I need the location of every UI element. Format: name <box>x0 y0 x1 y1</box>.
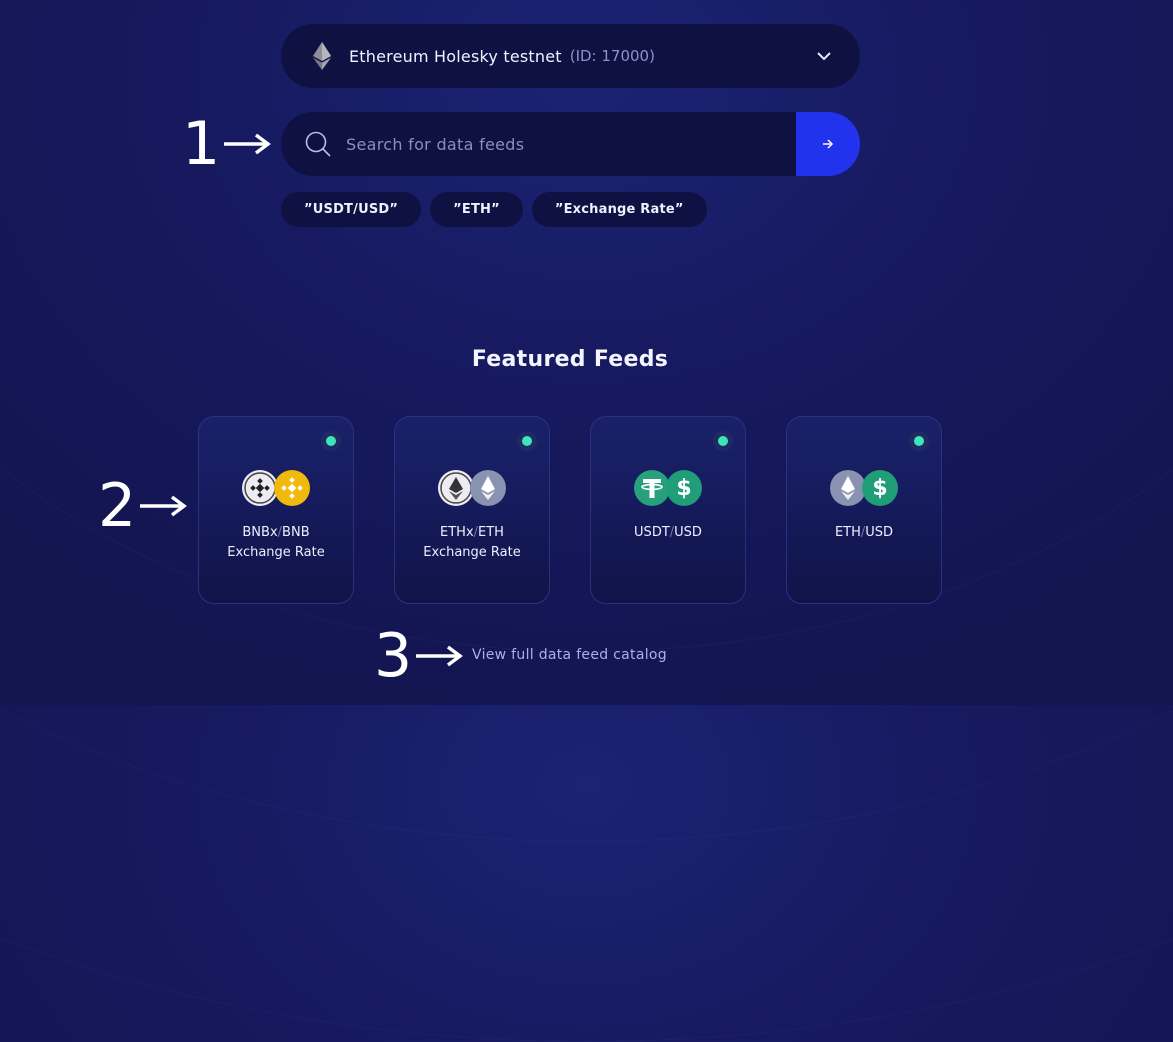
ethereum-icon <box>470 470 506 506</box>
feed-subtitle: Exchange Rate <box>423 545 521 560</box>
annotation-2: 2 <box>98 476 188 536</box>
annotation-number: 3 <box>374 621 413 691</box>
ethereum-icon <box>830 470 866 506</box>
annotation-1: 1 <box>182 114 272 174</box>
feed-label: BNBx/BNB Exchange Rate <box>227 525 325 560</box>
feed-card-eth-usd[interactable]: $ ETH/USD <box>786 416 942 604</box>
view-catalog-link[interactable]: View full data feed catalog <box>472 647 667 663</box>
dollar-icon: $ <box>666 470 702 506</box>
arrow-right-icon <box>140 495 188 517</box>
feed-label: USDT/USD <box>634 525 702 540</box>
chevron-down-icon <box>817 52 831 61</box>
feed-quote: USD <box>865 525 894 540</box>
ethereum-icon <box>312 42 332 70</box>
dollar-icon: $ <box>862 470 898 506</box>
ethx-icon <box>438 470 474 506</box>
suggestion-chip-exchange-rate[interactable]: ”Exchange Rate” <box>531 192 707 227</box>
feed-label: ETHx/ETH Exchange Rate <box>423 525 521 560</box>
network-selector[interactable]: Ethereum Holesky testnet (ID: 17000) <box>281 24 860 88</box>
search-submit-button[interactable] <box>796 112 860 176</box>
feed-base: BNBx <box>242 525 278 540</box>
feed-quote: BNB <box>282 525 310 540</box>
feed-base: ETH <box>834 525 861 540</box>
feed-card-bnbx-bnb[interactable]: BNBx/BNB Exchange Rate <box>198 416 354 604</box>
arrow-right-icon <box>823 139 834 149</box>
bnbx-icon <box>242 470 278 506</box>
feed-quote: USD <box>674 525 702 540</box>
annotation-number: 2 <box>98 471 137 541</box>
feed-base: USDT <box>634 525 670 540</box>
feed-label: ETH/USD <box>834 525 894 540</box>
feed-card-ethx-eth[interactable]: ETHx/ETH Exchange Rate <box>394 416 550 604</box>
status-indicator <box>909 431 929 451</box>
suggestion-chip-usdt-usd[interactable]: ”USDT/USD” <box>281 192 422 227</box>
suggestion-chip-eth[interactable]: ”ETH” <box>430 192 523 227</box>
search-bar <box>281 112 860 176</box>
search-input[interactable] <box>344 133 796 155</box>
feed-card-usdt-usd[interactable]: $ USDT/USD <box>590 416 746 604</box>
annotation-3: 3 <box>374 626 464 686</box>
status-indicator <box>517 431 537 451</box>
featured-feeds-title: Featured Feeds <box>471 347 669 372</box>
arrow-right-icon <box>416 645 464 667</box>
feed-quote: ETH <box>478 525 504 540</box>
tether-icon <box>634 470 670 506</box>
featured-feeds-list: BNBx/BNB Exchange Rate ETHx/ETH Exchange… <box>198 416 942 604</box>
bnb-icon <box>274 470 310 506</box>
network-name: Ethereum Holesky testnet <box>349 46 562 66</box>
network-id: (ID: 17000) <box>569 47 655 65</box>
search-suggestions: ”USDT/USD” ”ETH” ”Exchange Rate” <box>281 192 707 227</box>
annotation-number: 1 <box>182 109 221 179</box>
search-icon <box>305 131 331 157</box>
arrow-right-icon <box>224 133 272 155</box>
status-indicator <box>321 431 341 451</box>
feed-base: ETHx <box>440 525 474 540</box>
feed-subtitle: Exchange Rate <box>227 545 325 560</box>
status-indicator <box>713 431 733 451</box>
